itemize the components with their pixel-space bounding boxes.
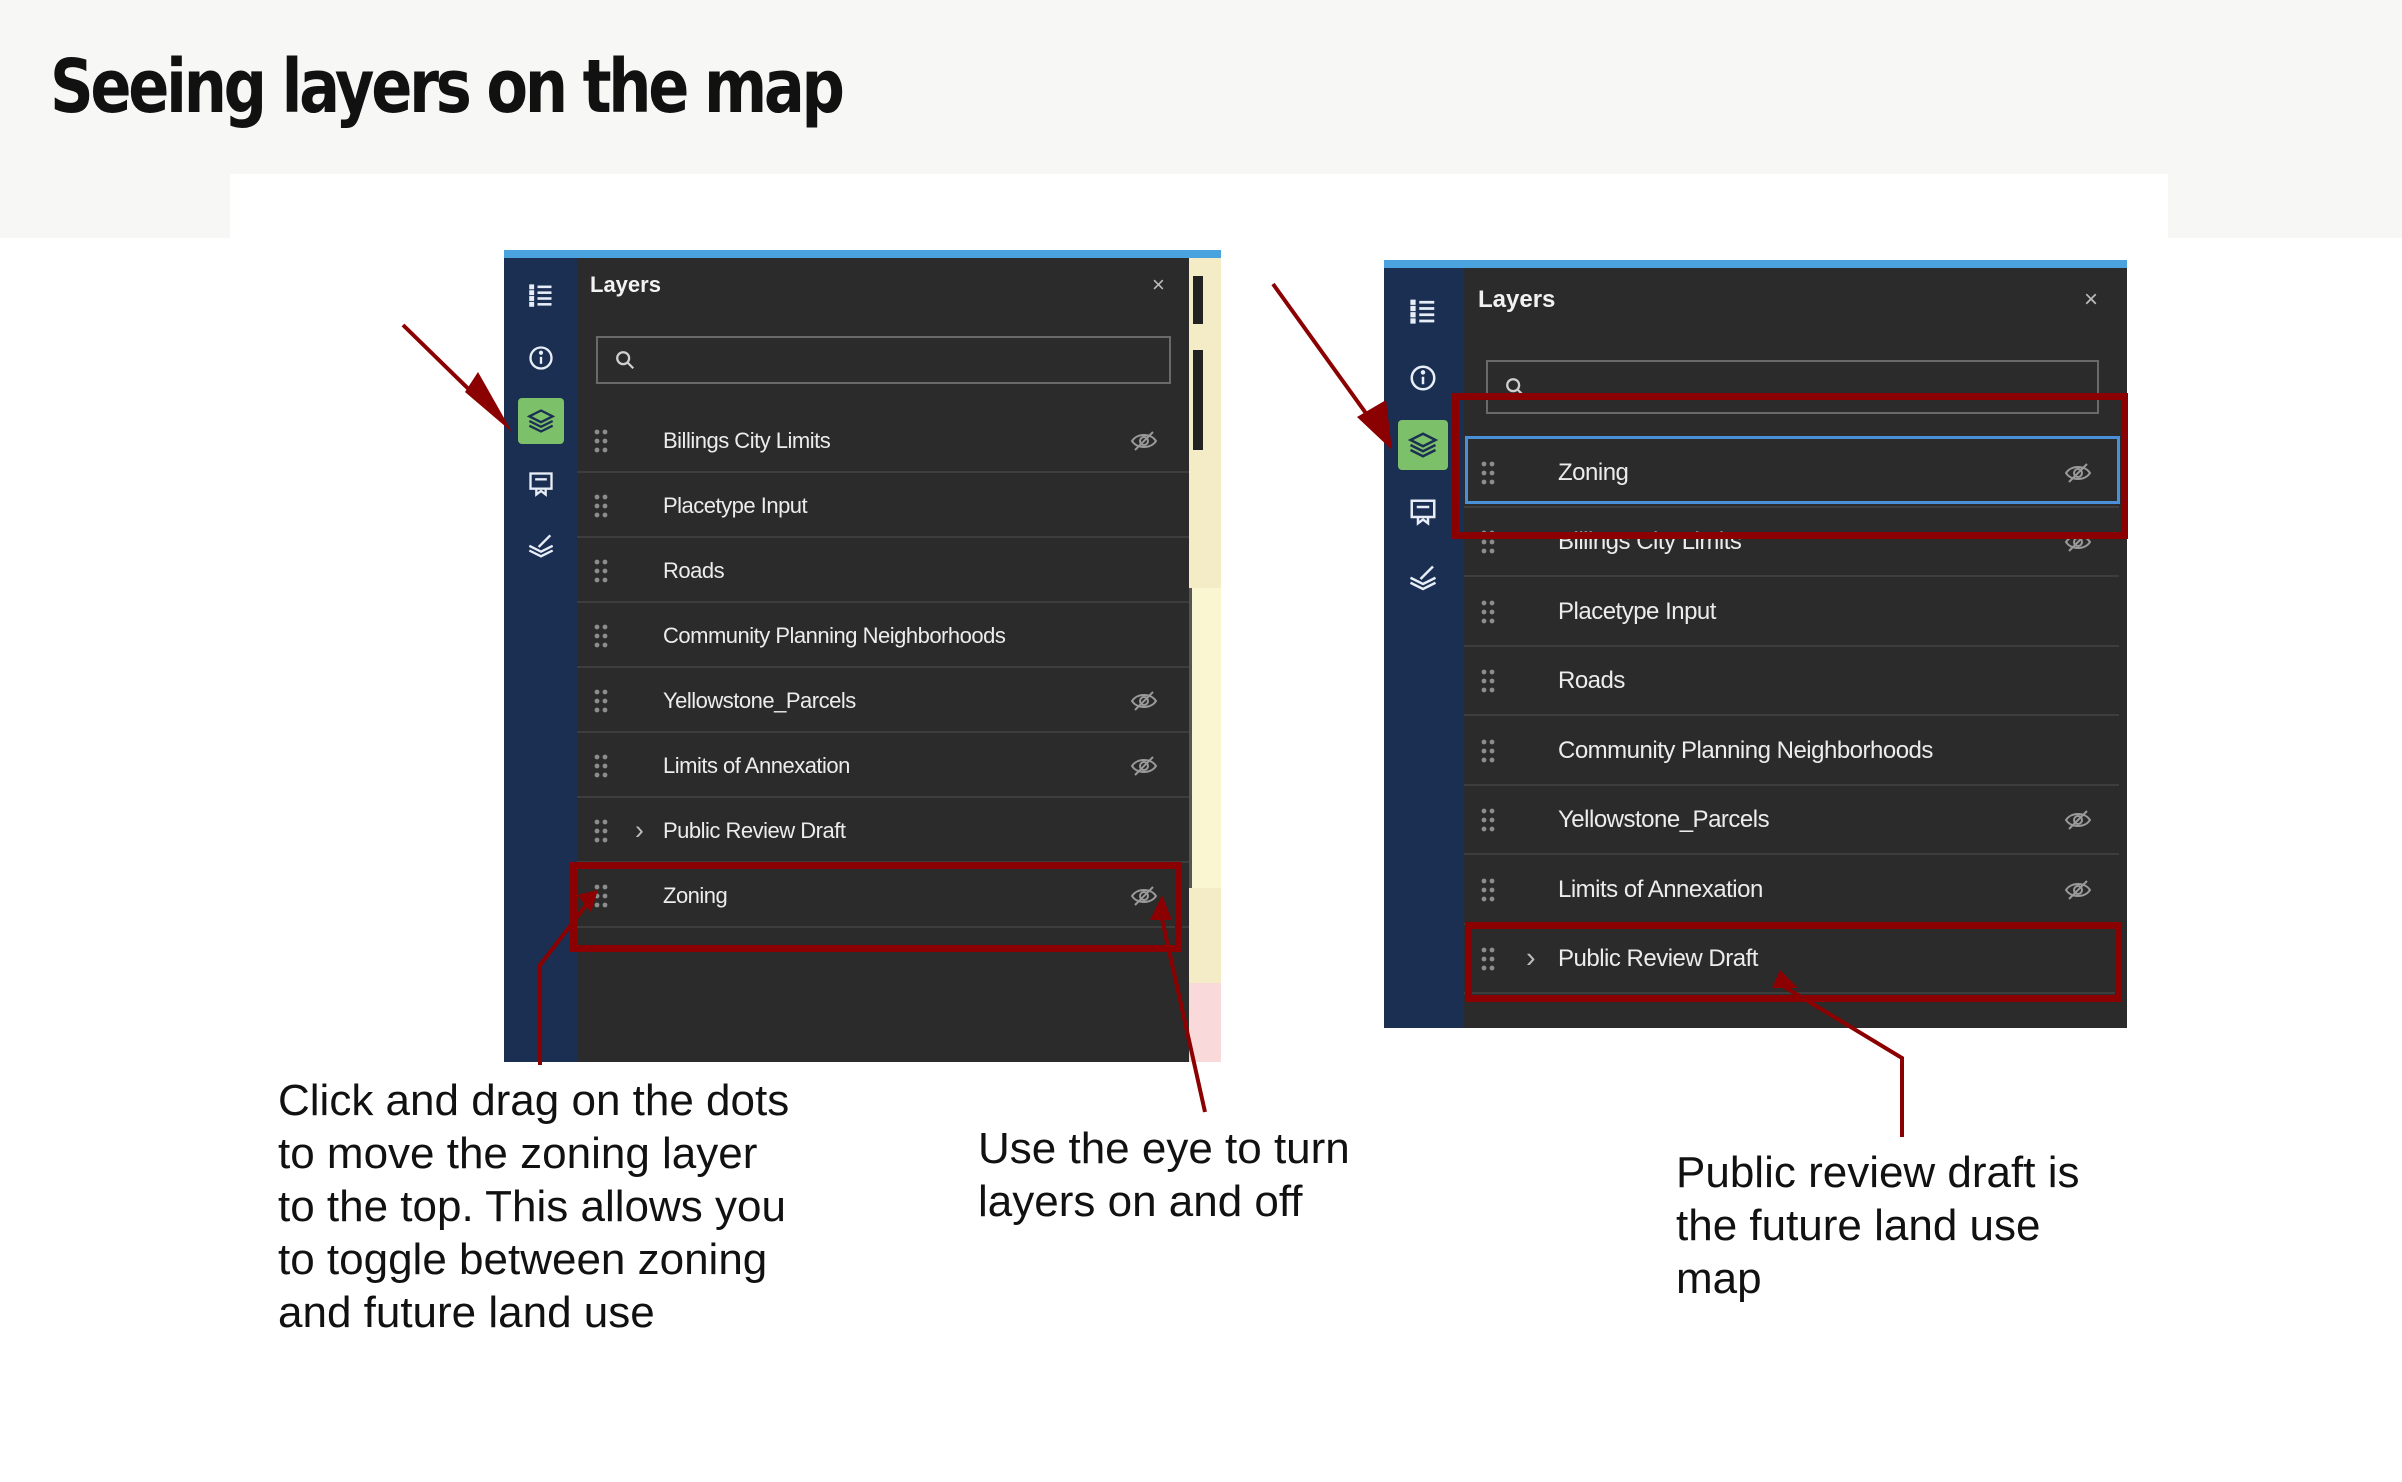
drag-annotation: Click and drag on the dots to move the z… <box>278 1076 790 1337</box>
draft-annotation: Public review draft is the future land u… <box>1676 1148 2080 1303</box>
eye-annotation: Use the eye to turn layers on and off <box>978 1124 1350 1226</box>
